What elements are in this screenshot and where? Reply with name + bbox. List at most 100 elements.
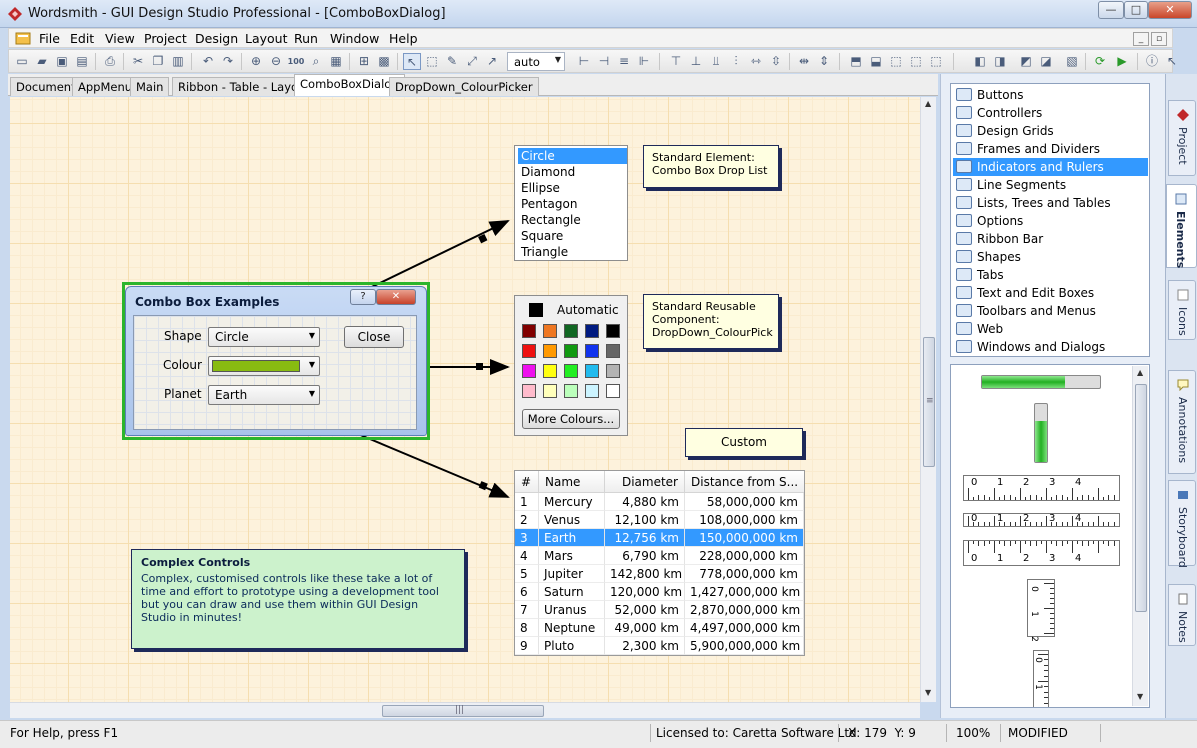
colour-swatch[interactable] (585, 364, 599, 378)
copy-icon[interactable]: ❐ (149, 53, 167, 70)
undo-icon[interactable]: ↶ (199, 53, 217, 70)
frame-ungroup-icon[interactable]: ⬚ (907, 53, 925, 70)
element-category-item[interactable]: Web (953, 320, 1148, 338)
canvas-horizontal-scrollbar[interactable]: ||| (10, 702, 920, 718)
list-item[interactable]: Circle (518, 148, 627, 164)
ruler-vertical-compact[interactable]: 012 (1033, 650, 1049, 707)
scroll-down-icon[interactable]: ▼ (1137, 692, 1143, 701)
shape-drop-list[interactable]: Circle Diamond Ellipse Pentagon Rectangl… (514, 145, 628, 261)
list-item[interactable]: Triangle (518, 244, 627, 260)
element-category-list[interactable]: Buttons Controllers Design Grids Frames and… (950, 83, 1150, 357)
element-category-item[interactable]: Tabs (953, 266, 1148, 284)
element-category-item[interactable]: Buttons (953, 86, 1148, 104)
progress-bar-vertical[interactable] (1034, 403, 1048, 463)
frame-group-icon[interactable]: ⬚ (887, 53, 905, 70)
tab-storyboard[interactable]: Storyboard (1168, 480, 1196, 568)
column-header[interactable]: Diameter (605, 471, 685, 493)
redo-icon[interactable]: ↷ (219, 53, 237, 70)
help-pointer-icon[interactable]: ↖ (1163, 53, 1181, 70)
colour-picker[interactable]: Automatic More Colours... (514, 295, 628, 436)
progress-bar-horizontal[interactable] (981, 375, 1101, 389)
minimize-button[interactable]: — (1098, 1, 1124, 19)
table-row[interactable]: 1 Mercury 4,880 km 58,000,000 km (515, 493, 804, 511)
colour-swatch[interactable] (522, 364, 536, 378)
dialog-close-icon[interactable]: ✕ (376, 289, 416, 305)
frame-dashed-icon[interactable]: ⬚ (927, 53, 945, 70)
send-back-icon[interactable]: ◩ (1017, 53, 1035, 70)
element-category-item[interactable]: Ribbon Bar (953, 230, 1148, 248)
zoom-in-icon[interactable]: ⊕ (247, 53, 265, 70)
same-height-icon[interactable]: ⇳ (767, 53, 785, 70)
note-complex-controls[interactable]: Complex Controls Complex, customised con… (131, 549, 465, 649)
ruler-horizontal-inverted[interactable]: 0 1 2 3 4 (963, 540, 1120, 566)
align-right-icon[interactable]: ≡ (615, 53, 633, 70)
colour-swatch[interactable] (585, 324, 599, 338)
menu-design[interactable]: Design (195, 31, 238, 46)
scroll-thumb[interactable] (1135, 384, 1147, 612)
scroll-down-icon[interactable]: ▼ (925, 688, 931, 697)
space-v-icon[interactable]: ⇕ (815, 53, 833, 70)
ruler-vertical[interactable]: 0 1 2 (1027, 579, 1055, 642)
element-category-item[interactable]: Shapes (953, 248, 1148, 266)
colour-swatch[interactable] (606, 384, 620, 398)
table-row[interactable]: 5 Jupiter 142,800 km 778,000,000 km (515, 565, 804, 583)
column-header[interactable]: # (515, 471, 539, 493)
save-all-icon[interactable]: ▤ (73, 53, 91, 70)
note-standard-reusable[interactable]: Standard Reusable Component: DropDown_Co… (643, 294, 779, 349)
menu-window[interactable]: Window (330, 31, 379, 46)
scroll-up-icon[interactable]: ▲ (925, 99, 931, 108)
mdi-restore-button[interactable]: ▫ (1151, 32, 1167, 46)
align-top-icon[interactable]: ⊤ (667, 53, 685, 70)
tab-appmenu[interactable]: AppMenu (72, 77, 139, 96)
menu-help[interactable]: Help (389, 31, 418, 46)
planet-combo[interactable]: Earth ▼ (208, 385, 320, 405)
element-category-item[interactable]: Options (953, 212, 1148, 230)
table-row[interactable]: 4 Mars 6,790 km 228,000,000 km (515, 547, 804, 565)
info-icon[interactable]: ⓘ (1143, 53, 1161, 70)
colour-swatch[interactable] (606, 364, 620, 378)
colour-swatch[interactable] (543, 364, 557, 378)
element-preview[interactable]: 0 1 2 3 4 0 1 2 3 4 0 1 2 3 4 0 1 2 0 1 2 (950, 364, 1150, 708)
zoom-combo[interactable]: auto ▼ (507, 52, 565, 71)
tab-dropdown-colourpicker[interactable]: DropDown_ColourPicker (389, 77, 539, 96)
colour-swatch[interactable] (543, 384, 557, 398)
design-canvas[interactable]: Combo Box Examples ? ✕ Shape Circle ▼ Co… (10, 97, 920, 702)
list-item[interactable]: Diamond (518, 164, 627, 180)
open-folder-icon[interactable]: ▰ (33, 53, 51, 70)
colour-swatch[interactable] (564, 384, 578, 398)
pointer-tool-icon[interactable]: ↖ (403, 53, 421, 70)
list-item[interactable]: Pentagon (518, 196, 627, 212)
tab-project[interactable]: Project (1168, 100, 1196, 176)
arrow-tool-icon[interactable]: ↗ (483, 53, 501, 70)
tab-document[interactable]: Document (10, 77, 82, 96)
align-left-icon[interactable]: ⊢ (575, 53, 593, 70)
send-backward-icon[interactable]: ◪ (1037, 53, 1055, 70)
table-row[interactable]: 7 Uranus 52,000 km 2,870,000,000 km (515, 601, 804, 619)
select-icon[interactable]: ⬚ (423, 53, 441, 70)
preview-scrollbar[interactable]: ▲ ▼ (1132, 366, 1148, 706)
scroll-up-icon[interactable]: ▲ (1137, 368, 1143, 377)
format-painter-icon[interactable]: ✎ (443, 53, 461, 70)
shape-combo[interactable]: Circle ▼ (208, 327, 320, 347)
scroll-thumb[interactable]: ≡ (923, 337, 935, 467)
cut-icon[interactable]: ✂ (129, 53, 147, 70)
tab-annotations[interactable]: Annotations (1168, 370, 1196, 474)
bring-front-icon[interactable]: ◧ (971, 53, 989, 70)
paste-icon[interactable]: ▥ (169, 53, 187, 70)
menu-layout[interactable]: Layout (245, 31, 288, 46)
save-icon[interactable]: ▣ (53, 53, 71, 70)
layers-icon[interactable]: ▧ (1063, 53, 1081, 70)
column-header[interactable]: Name (539, 471, 605, 493)
zoom-100-icon[interactable]: 100 (287, 53, 305, 70)
tab-elements[interactable]: Elements (1166, 184, 1197, 268)
zoom-select-icon[interactable]: ⊞ (355, 53, 373, 70)
run-icon[interactable]: ▶ (1113, 53, 1131, 70)
colour-swatch[interactable] (522, 384, 536, 398)
element-category-item[interactable]: Frames and Dividers (953, 140, 1148, 158)
menu-view[interactable]: View (105, 31, 135, 46)
zoom-fit-icon[interactable]: ⌕ (307, 53, 325, 70)
new-icon[interactable]: ▭ (13, 53, 31, 70)
help-button[interactable]: ? (350, 289, 376, 305)
more-colours-button[interactable]: More Colours... (522, 409, 620, 429)
table-row[interactable]: 2 Venus 12,100 km 108,000,000 km (515, 511, 804, 529)
